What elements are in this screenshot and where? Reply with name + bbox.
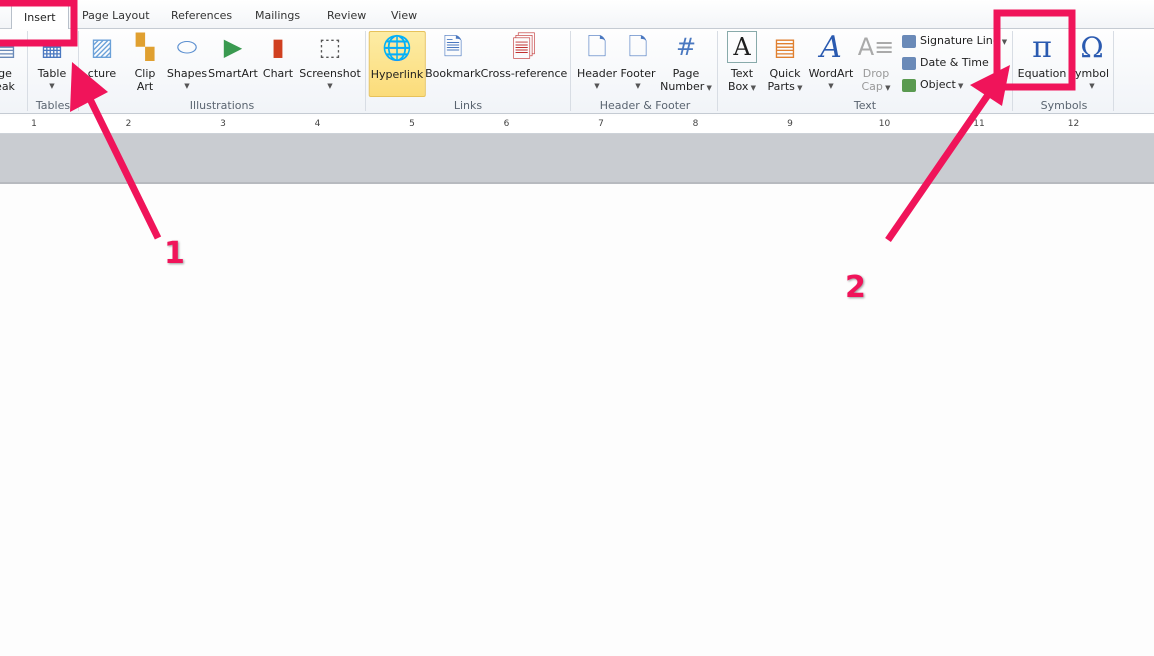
arrow-1	[70, 62, 162, 240]
arrow-2	[885, 65, 1010, 242]
step-2-label: 2	[845, 270, 866, 305]
step-1-label: 1	[164, 236, 185, 271]
highlight-box-equation	[993, 9, 1076, 91]
highlight-box-insert	[0, 0, 78, 47]
annotation-overlay	[0, 0, 1076, 242]
